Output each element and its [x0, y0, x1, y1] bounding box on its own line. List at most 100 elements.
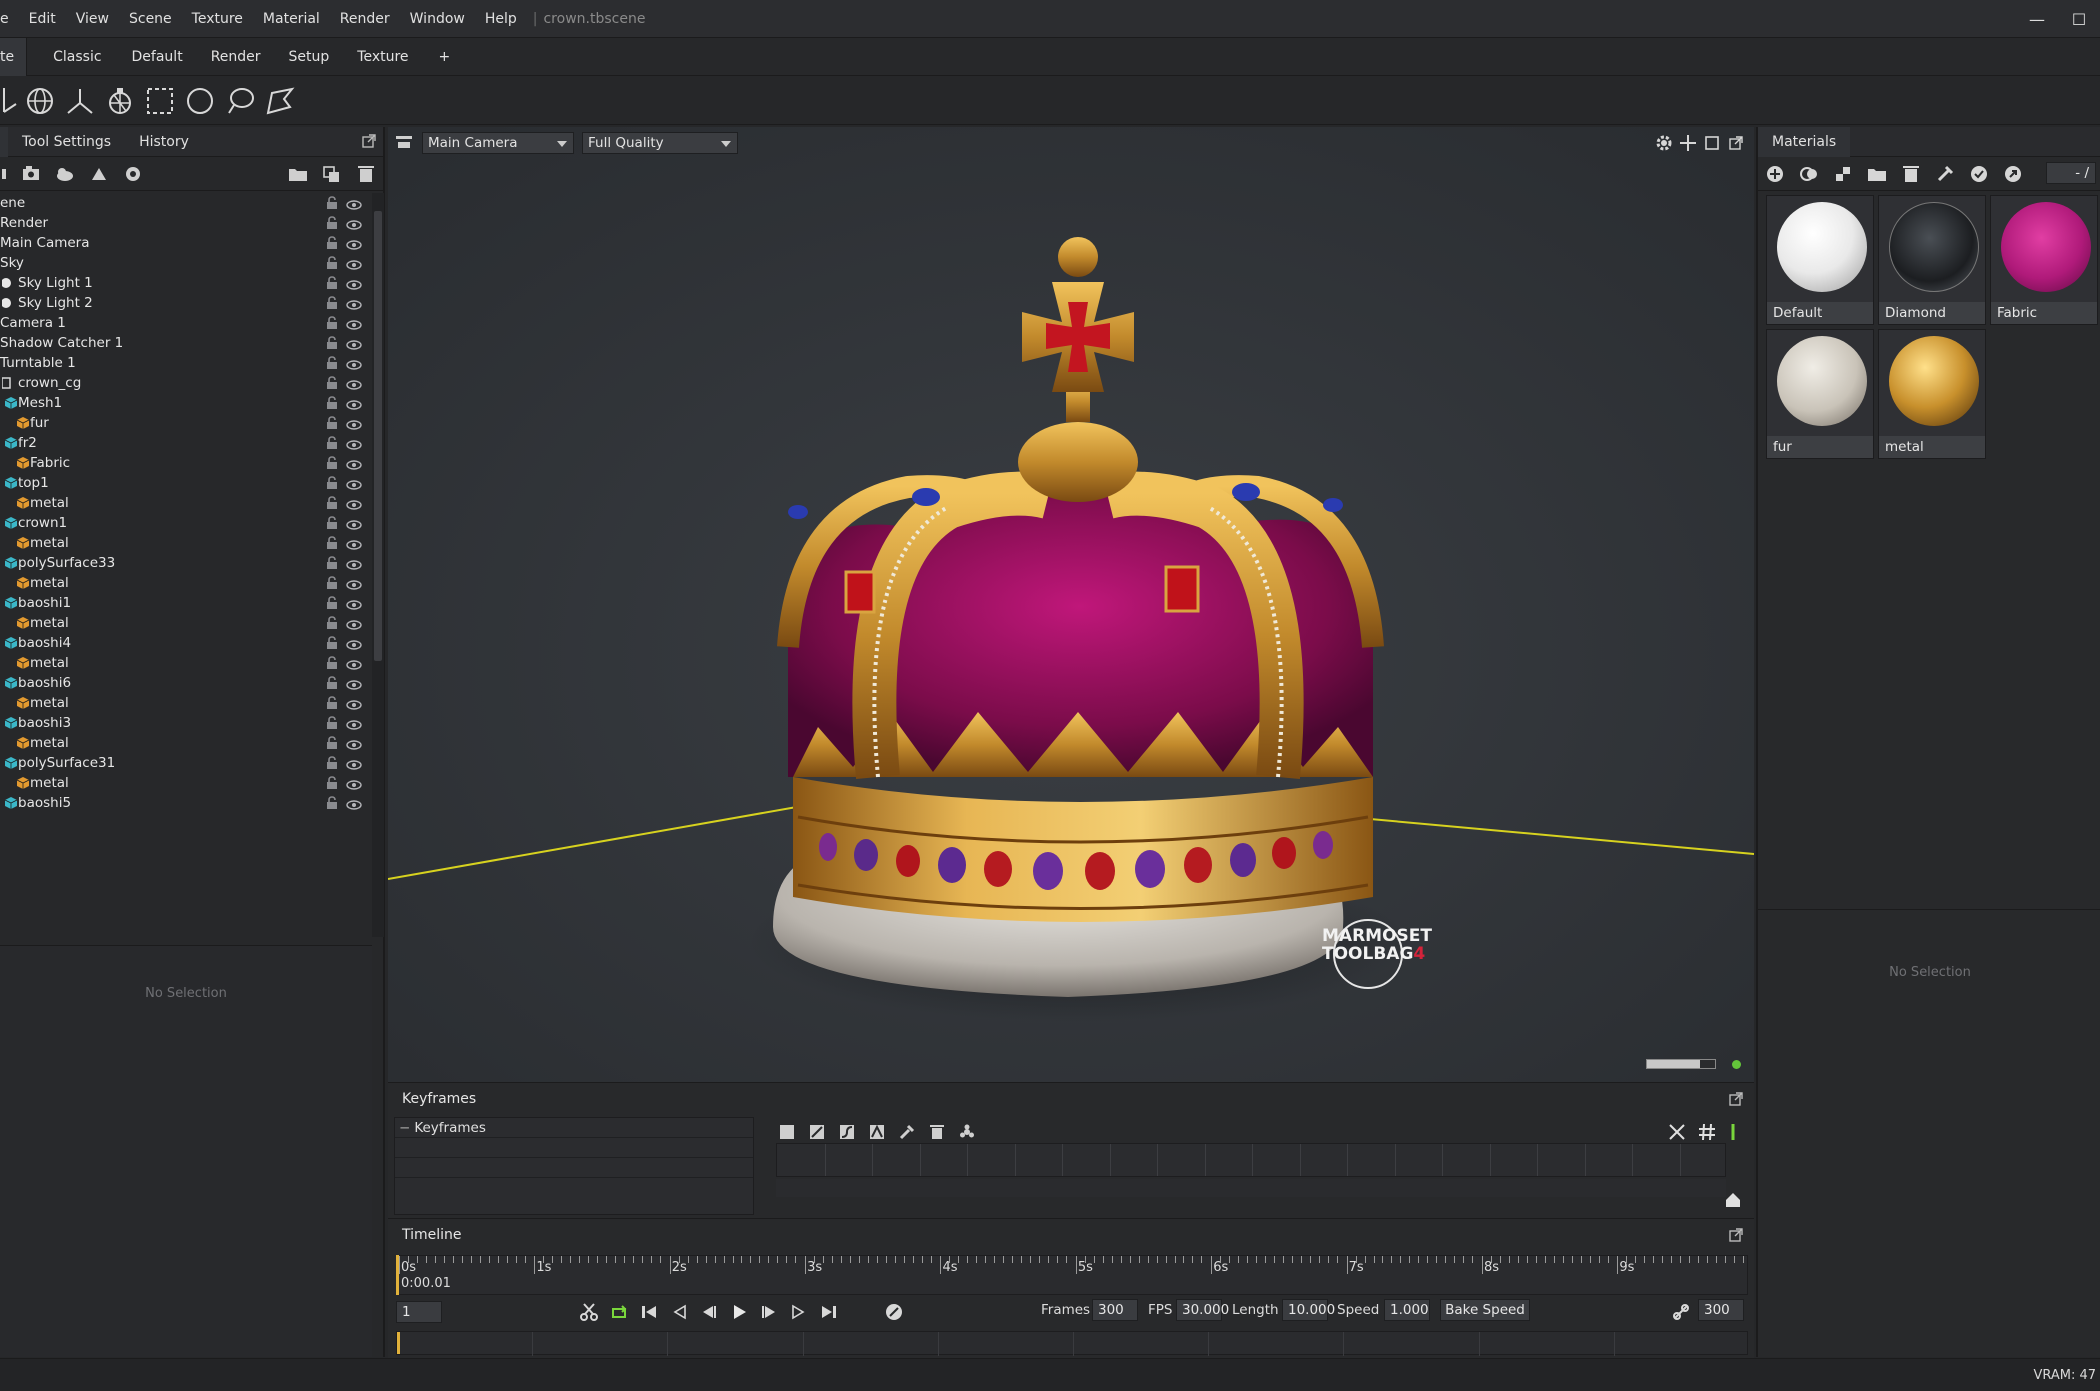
menu-edit[interactable]: Edit [19, 11, 66, 27]
lock-icon[interactable] [326, 636, 338, 650]
keyframe-scrollbar[interactable] [776, 1179, 1726, 1197]
tree-row[interactable]: Render [0, 213, 372, 233]
eye-icon[interactable] [346, 638, 362, 650]
frames-field[interactable]: 300 [1092, 1299, 1138, 1321]
paint-select-icon[interactable] [260, 81, 300, 121]
trash-icon[interactable] [349, 159, 383, 189]
menu-view[interactable]: View [66, 11, 119, 27]
tab-outliner-stub[interactable] [0, 126, 8, 157]
lock-icon[interactable] [326, 416, 338, 430]
tree-row[interactable]: Sky [0, 253, 372, 273]
tree-row[interactable]: Sky Light 1 [0, 273, 372, 293]
lock-icon[interactable] [326, 356, 338, 370]
lock-icon[interactable] [326, 716, 338, 730]
eye-icon[interactable] [346, 618, 362, 630]
transform-icon[interactable] [0, 81, 20, 121]
assign-icon[interactable] [1962, 159, 1996, 189]
eye-icon[interactable] [346, 698, 362, 710]
shadow-add-icon[interactable] [82, 159, 116, 189]
tree-row[interactable]: metal [0, 613, 372, 633]
home-icon[interactable] [1724, 1191, 1742, 1209]
duplicate-icon[interactable] [315, 159, 349, 189]
duplicate-material-icon[interactable] [1792, 159, 1826, 189]
key-picker-icon[interactable] [896, 1121, 918, 1143]
linear-icon[interactable] [806, 1121, 828, 1143]
turntable-add-icon[interactable] [116, 159, 150, 189]
lock-icon[interactable] [326, 516, 338, 530]
tree-row[interactable]: Main Camera [0, 233, 372, 253]
tree-row[interactable]: Shadow Catcher 1 [0, 333, 372, 353]
tree-row[interactable]: metal [0, 573, 372, 593]
tree-row[interactable]: Sky Light 2 [0, 293, 372, 313]
eye-icon[interactable] [346, 478, 362, 490]
eye-icon[interactable] [346, 378, 362, 390]
material-default[interactable]: Default [1766, 195, 1874, 325]
grid-icon[interactable] [1696, 1121, 1718, 1143]
tree-row[interactable]: baoshi6 [0, 673, 372, 693]
gear-icon[interactable] [1652, 132, 1676, 154]
eye-icon[interactable] [346, 778, 362, 790]
eye-icon[interactable] [346, 678, 362, 690]
eye-icon[interactable] [346, 658, 362, 670]
tree-row[interactable]: Camera 1 [0, 313, 372, 333]
popout-icon[interactable] [1724, 132, 1748, 154]
add-material-icon[interactable] [1758, 159, 1792, 189]
tree-row[interactable]: top1 [0, 473, 372, 493]
next-key-icon[interactable] [788, 1301, 810, 1323]
tree-row[interactable]: fr2 [0, 433, 372, 453]
eye-icon[interactable] [346, 518, 362, 530]
lock-icon[interactable] [326, 396, 338, 410]
lock-icon[interactable] [326, 536, 338, 550]
play-icon[interactable] [728, 1301, 750, 1323]
tab-texture[interactable]: Texture [341, 38, 420, 76]
tree-scrollbar-thumb[interactable] [374, 211, 382, 661]
hazard-icon[interactable] [956, 1121, 978, 1143]
material-metal[interactable]: metal [1878, 329, 1986, 459]
next-frame-icon[interactable] [758, 1301, 780, 1323]
tree-row[interactable]: ene [0, 193, 372, 213]
menu-window[interactable]: Window [400, 11, 475, 27]
prev-key-icon[interactable] [668, 1301, 690, 1323]
eye-icon[interactable] [346, 718, 362, 730]
lock-icon[interactable] [326, 776, 338, 790]
length-field[interactable]: 10.000 [1282, 1299, 1335, 1321]
menu-scene[interactable]: Scene [119, 11, 182, 27]
eye-icon[interactable] [346, 358, 362, 370]
record-icon[interactable] [883, 1301, 905, 1323]
tab-tool-settings[interactable]: Tool Settings [8, 127, 125, 157]
eye-icon[interactable] [346, 318, 362, 330]
playhead[interactable] [396, 1255, 399, 1295]
keyframes-root-row[interactable]: − Keyframes [395, 1118, 753, 1138]
range-start-handle[interactable] [397, 1332, 400, 1354]
lock-icon[interactable] [326, 456, 338, 470]
tab-classic[interactable]: Classic [27, 38, 113, 76]
eye-icon[interactable] [346, 798, 362, 810]
keyframe-track[interactable] [776, 1143, 1726, 1177]
lasso-icon[interactable] [220, 81, 260, 121]
viewport-menu-icon[interactable] [394, 134, 414, 152]
lock-icon[interactable] [326, 576, 338, 590]
popout-icon[interactable] [1728, 1091, 1744, 1107]
lock-icon[interactable] [326, 296, 338, 310]
popout-icon[interactable] [361, 133, 377, 149]
maximize-viewport-icon[interactable] [1700, 132, 1724, 154]
menu-render[interactable]: Render [330, 11, 400, 27]
lock-icon[interactable] [326, 276, 338, 290]
lock-icon[interactable] [326, 796, 338, 810]
tree-row[interactable]: polySurface31 [0, 753, 372, 773]
link-icon[interactable] [1670, 1301, 1692, 1323]
tree-row[interactable]: Turntable 1 [0, 353, 372, 373]
eye-icon[interactable] [346, 558, 362, 570]
tab-materials[interactable]: Materials [1758, 126, 1851, 157]
tree-row[interactable]: metal [0, 493, 372, 513]
eye-icon[interactable] [346, 418, 362, 430]
bake-speed-button[interactable]: Bake Speed [1440, 1299, 1530, 1321]
tab-default[interactable]: Default [114, 38, 195, 76]
sky-add-icon[interactable] [48, 159, 82, 189]
lock-icon[interactable] [326, 216, 338, 230]
tree-row[interactable]: metal [0, 693, 372, 713]
export-icon[interactable] [1996, 159, 2030, 189]
checker-icon[interactable] [1826, 159, 1860, 189]
circle-select-icon[interactable] [180, 81, 220, 121]
lock-icon[interactable] [326, 616, 338, 630]
